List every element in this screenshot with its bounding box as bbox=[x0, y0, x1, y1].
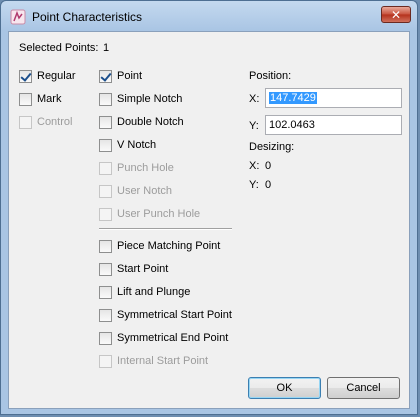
piece-matching-point-checkbox[interactable] bbox=[99, 240, 112, 253]
dialog-window: Point Characteristics ✕ Selected Points:… bbox=[0, 0, 418, 415]
piece-matching-point-label[interactable]: Piece Matching Point bbox=[117, 240, 220, 252]
internal-start-point-checkbox bbox=[99, 355, 112, 368]
dialog-body: Selected Points: 1 Regular Mark Control Po… bbox=[8, 31, 410, 409]
desizing-x-label: X: bbox=[249, 160, 260, 172]
mark-checkbox[interactable] bbox=[19, 93, 32, 106]
desizing-y-label: Y: bbox=[249, 179, 259, 191]
user-punch-hole-label: User Punch Hole bbox=[117, 208, 201, 220]
selected-points-label: Selected Points: bbox=[19, 42, 99, 54]
position-y-field[interactable]: 102.0463 bbox=[265, 115, 402, 135]
position-heading: Position: bbox=[249, 70, 292, 82]
double-notch-checkbox[interactable] bbox=[99, 116, 112, 129]
punch-hole-label: Punch Hole bbox=[117, 162, 174, 174]
lift-and-plunge-label[interactable]: Lift and Plunge bbox=[117, 286, 190, 298]
control-checkbox bbox=[19, 116, 32, 129]
close-button[interactable]: ✕ bbox=[381, 6, 411, 23]
selected-points-value: 1 bbox=[103, 42, 110, 54]
cancel-button[interactable]: Cancel bbox=[327, 377, 400, 399]
regular-label[interactable]: Regular bbox=[37, 70, 76, 82]
app-icon bbox=[10, 9, 26, 25]
position-x-label: X: bbox=[249, 93, 260, 105]
window-title: Point Characteristics bbox=[32, 10, 143, 24]
double-notch-label[interactable]: Double Notch bbox=[117, 116, 184, 128]
desizing-y-value: 0 bbox=[265, 179, 272, 191]
control-label: Control bbox=[37, 116, 73, 128]
user-notch-label: User Notch bbox=[117, 185, 173, 197]
options-separator bbox=[99, 228, 232, 230]
symmetrical-start-point-label[interactable]: Symmetrical Start Point bbox=[117, 309, 232, 321]
position-x-field[interactable]: 147.7429 bbox=[265, 88, 402, 108]
simple-notch-label[interactable]: Simple Notch bbox=[117, 93, 182, 105]
symmetrical-end-point-checkbox[interactable] bbox=[99, 332, 112, 345]
lift-and-plunge-checkbox[interactable] bbox=[99, 286, 112, 299]
desizing-heading: Desizing: bbox=[249, 141, 295, 153]
symmetrical-end-point-label[interactable]: Symmetrical End Point bbox=[117, 332, 228, 344]
point-label[interactable]: Point bbox=[117, 70, 142, 82]
mark-label[interactable]: Mark bbox=[37, 93, 61, 105]
punch-hole-checkbox bbox=[99, 162, 112, 175]
position-y-value: 102.0463 bbox=[269, 119, 315, 131]
user-punch-hole-checkbox bbox=[99, 208, 112, 221]
ok-button[interactable]: OK bbox=[248, 377, 321, 399]
close-icon: ✕ bbox=[390, 8, 402, 22]
position-x-value: 147.7429 bbox=[269, 92, 317, 104]
simple-notch-checkbox[interactable] bbox=[99, 93, 112, 106]
user-notch-checkbox bbox=[99, 185, 112, 198]
v-notch-label[interactable]: V Notch bbox=[117, 139, 156, 151]
symmetrical-start-point-checkbox[interactable] bbox=[99, 309, 112, 322]
start-point-checkbox[interactable] bbox=[99, 263, 112, 276]
regular-checkbox[interactable] bbox=[19, 70, 32, 83]
start-point-label[interactable]: Start Point bbox=[117, 263, 168, 275]
desizing-x-value: 0 bbox=[265, 160, 272, 172]
title-bar[interactable]: Point Characteristics ✕ bbox=[1, 1, 417, 31]
position-y-label: Y: bbox=[249, 120, 259, 132]
internal-start-point-label: Internal Start Point bbox=[117, 355, 209, 367]
point-checkbox[interactable] bbox=[99, 70, 112, 83]
v-notch-checkbox[interactable] bbox=[99, 139, 112, 152]
